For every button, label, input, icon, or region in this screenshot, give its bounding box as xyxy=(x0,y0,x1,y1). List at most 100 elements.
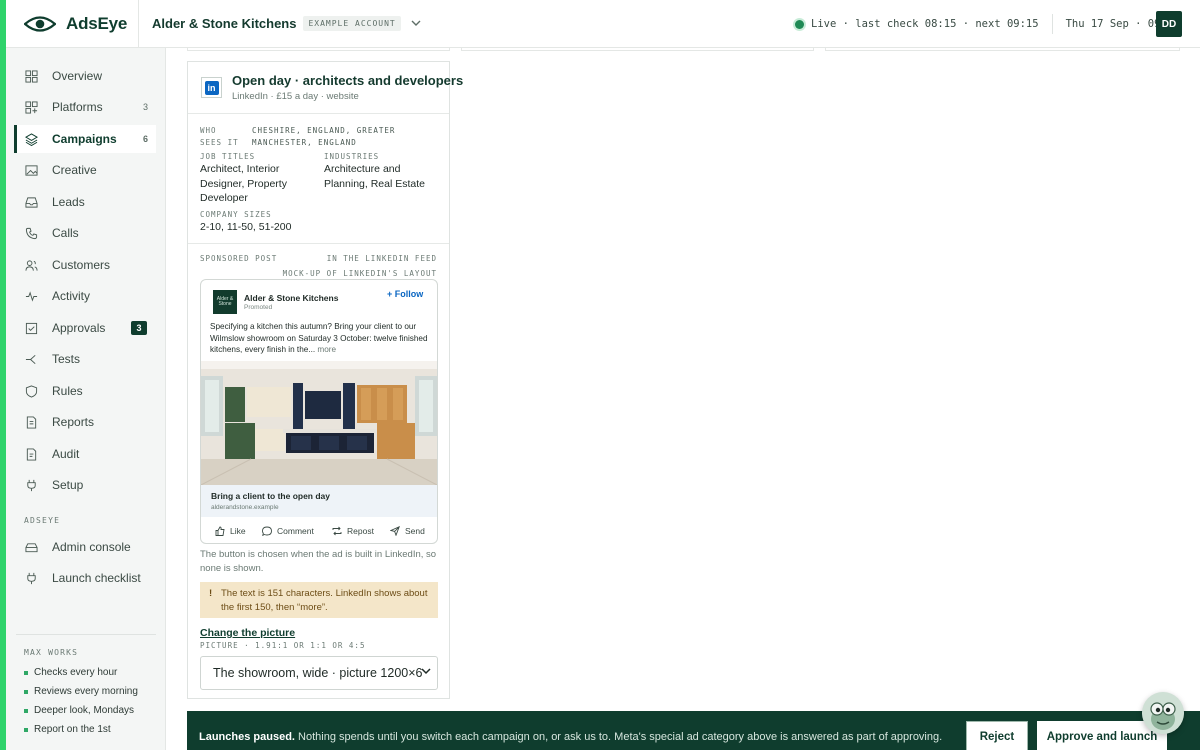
repost-label: Repost xyxy=(347,526,374,536)
sidebar-item-reports[interactable]: Reports xyxy=(16,408,156,436)
sidebar: Overview Platforms 3 Campaigns 6 Creativ… xyxy=(6,48,166,750)
document-icon xyxy=(24,415,38,429)
sidebar-item-label: Tests xyxy=(52,352,81,366)
checkbox-icon xyxy=(24,321,38,335)
card-edge xyxy=(461,48,814,51)
sidebar-item-tests[interactable]: Tests xyxy=(16,345,156,373)
works-heading: MAX WORKS xyxy=(24,648,79,657)
sidebar-item-label: Approvals xyxy=(52,321,106,335)
launch-bar: Launches paused. Nothing spends until yo… xyxy=(187,711,1200,750)
post-cta: Bring a client to the open day alderands… xyxy=(201,485,437,517)
thumbs-up-icon xyxy=(215,526,225,536)
industries-value: Architecture and Planning, Real Estate xyxy=(324,163,425,190)
sidebar-item-leads[interactable]: Leads xyxy=(16,188,156,216)
feed-label: IN THE LINKEDIN FEED xyxy=(326,254,437,263)
sidebar-item-label: Creative xyxy=(52,163,97,177)
nav-count: 6 xyxy=(142,134,148,144)
live-status: Live · last check 08:15 · next 09:15 xyxy=(811,18,1039,30)
sidebar-item-label: Rules xyxy=(52,384,83,398)
sidebar-item-activity[interactable]: Activity xyxy=(16,282,156,310)
sidebar-item-overview[interactable]: Overview xyxy=(16,62,156,90)
post-company-name: Alder & Stone Kitchens xyxy=(244,293,339,303)
picture-select[interactable]: The showroom, wide · picture 1200×6 xyxy=(200,656,438,690)
launch-status: Launches paused. xyxy=(199,731,295,743)
assistant-avatar-icon[interactable] xyxy=(1142,692,1184,734)
sidebar-item-launch-checklist[interactable]: Launch checklist xyxy=(16,564,156,592)
account-tag: EXAMPLE ACCOUNT xyxy=(303,16,401,31)
sidebar-item-label: Activity xyxy=(52,289,91,303)
status-divider xyxy=(1051,14,1053,34)
sidebar-item-label: Launch checklist xyxy=(52,571,141,585)
mockup-label: MOCK-UP OF LINKEDIN'S LAYOUT xyxy=(282,269,437,278)
picture-label: PICTURE · 1.91:1 OR 1:1 OR 4:5 xyxy=(200,641,366,650)
sidebar-item-platforms[interactable]: Platforms 3 xyxy=(16,93,156,121)
sidebar-item-label: Overview xyxy=(52,69,103,83)
kitchen-photo xyxy=(201,361,437,485)
sidebar-item-campaigns[interactable]: Campaigns 6 xyxy=(14,125,156,153)
chevron-down-icon[interactable] xyxy=(411,18,421,30)
post-text: Specifying a kitchen this autumn? Bring … xyxy=(210,321,432,356)
campaign-title: Open day · architects and developers xyxy=(232,73,464,88)
card-edge xyxy=(825,48,1180,51)
works-item: Deeper look, Mondays xyxy=(24,705,134,716)
sidebar-item-rules[interactable]: Rules xyxy=(16,377,156,405)
company-sizes-value: 2-10, 11-50, 51-200 xyxy=(200,221,292,233)
card-edge xyxy=(187,48,450,51)
works-item: Checks every hour xyxy=(24,667,117,678)
warning-text: The text is 151 characters. LinkedIn sho… xyxy=(221,588,428,613)
image-icon xyxy=(24,163,38,177)
sponsored-label: SPONSORED POST xyxy=(200,254,278,263)
company-logo: Alder & Stone xyxy=(213,290,237,314)
cta-title: Bring a client to the open day xyxy=(211,491,331,501)
phone-icon xyxy=(24,226,38,240)
account-switcher[interactable]: Alder & Stone Kitchens EXAMPLE ACCOUNT xyxy=(139,16,421,31)
who-value: CHESHIRE, ENGLAND, GREATER MANCHESTER, E… xyxy=(252,126,396,147)
sidebar-item-creative[interactable]: Creative xyxy=(16,156,156,184)
send-label: Send xyxy=(405,526,425,536)
sidebar-item-setup[interactable]: Setup xyxy=(16,471,156,499)
platforms-icon xyxy=(24,100,38,114)
post-more: more xyxy=(317,345,337,354)
top-bar: AdsEye Alder & Stone Kitchens EXAMPLE AC… xyxy=(6,0,1200,48)
sidebar-item-label: Calls xyxy=(52,226,79,240)
layers-icon xyxy=(24,132,38,146)
reject-button[interactable]: Reject xyxy=(966,721,1028,750)
sidebar-item-label: Customers xyxy=(52,258,111,272)
avatar[interactable]: DD xyxy=(1156,11,1182,37)
repost-icon xyxy=(332,526,342,536)
status-area: Live · last check 08:15 · next 09:15 Thu… xyxy=(795,0,1179,48)
file-icon xyxy=(24,447,38,461)
warning-icon: ! xyxy=(209,588,213,599)
change-picture-link[interactable]: Change the picture xyxy=(200,627,295,639)
sidebar-item-audit[interactable]: Audit xyxy=(16,440,156,468)
sidebar-item-approvals[interactable]: Approvals 3 xyxy=(16,314,156,342)
works-item: Reviews every morning xyxy=(24,686,138,697)
job-titles-label: JOB TITLES xyxy=(200,152,256,161)
linkedin-icon: in xyxy=(201,77,222,98)
who-label: WHO SEES IT xyxy=(200,126,239,147)
comment-action: Comment xyxy=(262,526,314,536)
split-icon xyxy=(24,352,38,366)
works-item: Report on the 1st xyxy=(24,724,111,735)
industries-label: INDUSTRIES xyxy=(324,152,380,161)
sidebar-item-label: Audit xyxy=(52,447,80,461)
sidebar-item-calls[interactable]: Calls xyxy=(16,219,156,247)
nav-count: 3 xyxy=(142,102,148,112)
sidebar-item-label: Platforms xyxy=(52,100,103,114)
section-heading: ADSEYE xyxy=(24,516,61,525)
users-icon xyxy=(24,258,38,272)
live-dot-icon xyxy=(795,19,804,29)
chevron-down-icon xyxy=(421,667,431,678)
plug-icon xyxy=(24,571,38,585)
sidebar-item-customers[interactable]: Customers xyxy=(16,251,156,279)
brand-name: AdsEye xyxy=(66,13,128,33)
approvals-badge: 3 xyxy=(131,321,147,335)
sidebar-item-admin-console[interactable]: Admin console xyxy=(16,533,156,561)
repost-action: Repost xyxy=(332,526,374,536)
like-action: Like xyxy=(215,526,246,536)
pulse-icon xyxy=(24,289,38,303)
linkedin-post-preview: Alder & Stone Alder & Stone Kitchens Pro… xyxy=(200,279,438,544)
comment-icon xyxy=(262,526,272,536)
inbox-icon xyxy=(24,195,38,209)
brand[interactable]: AdsEye xyxy=(6,0,138,48)
